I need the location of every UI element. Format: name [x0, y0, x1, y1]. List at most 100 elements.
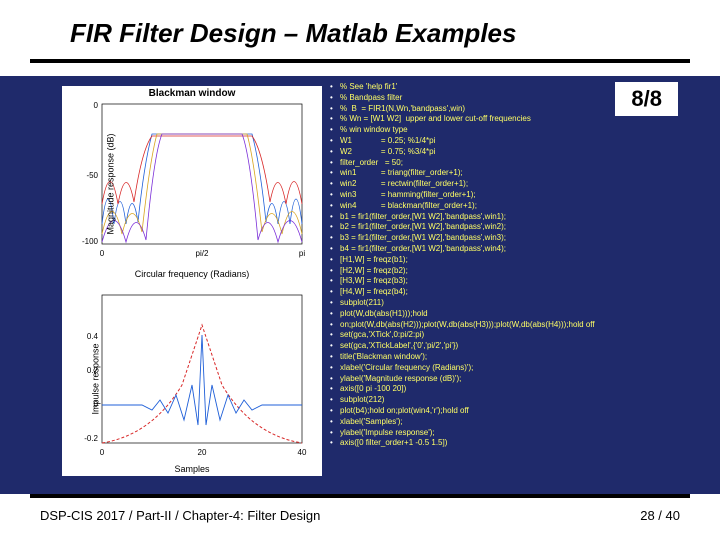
bullet-icon: •	[330, 104, 340, 115]
code-text: b3 = fir1(filter_order,[W1 W2],'bandpass…	[340, 233, 506, 244]
bullet-icon: •	[330, 320, 340, 331]
code-text: win2 = rectwin(filter_order+1);	[340, 179, 468, 190]
code-text: win1 = triang(filter_order+1);	[340, 168, 463, 179]
impulse-plot: Impulse response 0.4 0.2 0 -0.2 0	[62, 281, 322, 476]
title-divider	[30, 59, 690, 63]
bullet-icon: •	[330, 222, 340, 233]
bullet-icon: •	[330, 330, 340, 341]
code-line: •% win window type	[330, 125, 696, 136]
code-line: •filter_order = 50;	[330, 158, 696, 169]
slide-title: FIR Filter Design – Matlab Examples	[70, 18, 680, 49]
code-line: •title('Blackman window');	[330, 352, 696, 363]
bullet-icon: •	[330, 136, 340, 147]
code-text: plot(W,db(abs(H1)));hold	[340, 309, 428, 320]
bullet-icon: •	[330, 244, 340, 255]
code-text: axis([0 pi -100 20])	[340, 384, 406, 395]
svg-text:0.4: 0.4	[87, 332, 99, 341]
code-line: •set(gca,'XTick',0:pi/2:pi)	[330, 330, 696, 341]
bullet-icon: •	[330, 374, 340, 385]
code-line: •axis([0 filter_order+1 -0.5 1.5])	[330, 438, 696, 449]
code-text: subplot(212)	[340, 395, 384, 406]
svg-text:-50: -50	[86, 171, 98, 180]
code-line: •win3 = hamming(filter_order+1);	[330, 190, 696, 201]
code-line: •ylabel('Magnitude response (dB)');	[330, 374, 696, 385]
bullet-icon: •	[330, 417, 340, 428]
code-text: b4 = fir1(filter_order,[W1 W2],'bandpass…	[340, 244, 506, 255]
plot1-xlabel: Circular frequency (Radians)	[62, 269, 322, 279]
code-text: on;plot(W,db(abs(H2)));plot(W,db(abs(H3)…	[340, 320, 595, 331]
code-line: •on;plot(W,db(abs(H2)));plot(W,db(abs(H3…	[330, 320, 696, 331]
svg-text:-100: -100	[82, 237, 99, 246]
magnitude-plot: Blackman window Magnitude response (dB) …	[62, 86, 322, 281]
code-line: •ylabel('Impulse response');	[330, 428, 696, 439]
code-line: •b3 = fir1(filter_order,[W1 W2],'bandpas…	[330, 233, 696, 244]
code-text: set(gca,'XTickLabel',{'0','pi/2','pi'})	[340, 341, 458, 352]
bullet-icon: •	[330, 158, 340, 169]
slide: FIR Filter Design – Matlab Examples Blac…	[0, 0, 720, 540]
bullet-icon: •	[330, 309, 340, 320]
code-text: [H4,W] = freqz(b4);	[340, 287, 408, 298]
code-text: filter_order = 50;	[340, 158, 403, 169]
code-text: ylabel('Magnitude response (dB)');	[340, 374, 461, 385]
code-text: subplot(211)	[340, 298, 384, 309]
footer-left: DSP-CIS 2017 / Part-II / Chapter-4: Filt…	[40, 508, 320, 523]
code-block: •% See 'help fir1'•% Bandpass filter•% B…	[330, 82, 696, 484]
code-text: axis([0 filter_order+1 -0.5 1.5])	[340, 438, 447, 449]
plot1-xtick-2: pi	[299, 249, 305, 258]
code-line: •[H4,W] = freqz(b4);	[330, 287, 696, 298]
code-line: •subplot(211)	[330, 298, 696, 309]
code-text: ylabel('Impulse response');	[340, 428, 435, 439]
code-text: b2 = fir1(filter_order,[W1 W2],'bandpass…	[340, 222, 506, 233]
code-line: •xlabel('Circular frequency (Radians)');	[330, 363, 696, 374]
bullet-icon: •	[330, 287, 340, 298]
code-text: % win window type	[340, 125, 408, 136]
plot2-xtick-1: 20	[198, 448, 207, 457]
code-line: •set(gca,'XTickLabel',{'0','pi/2','pi'})	[330, 341, 696, 352]
plot-panel: Blackman window Magnitude response (dB) …	[62, 86, 322, 476]
code-text: xlabel('Circular frequency (Radians)');	[340, 363, 473, 374]
svg-text:-0.2: -0.2	[84, 434, 98, 443]
plot1-svg: 0 -50 -100 0 pi/2 pi	[62, 86, 322, 281]
bullet-icon: •	[330, 341, 340, 352]
code-text: set(gca,'XTick',0:pi/2:pi)	[340, 330, 424, 341]
code-text: win3 = hamming(filter_order+1);	[340, 190, 476, 201]
code-line: •win1 = triang(filter_order+1);	[330, 168, 696, 179]
bullet-icon: •	[330, 298, 340, 309]
plot1-ylabel: Magnitude response (dB)	[106, 133, 116, 234]
code-text: W2 = 0.75; %3/4*pi	[340, 147, 435, 158]
code-text: xlabel('Samples');	[340, 417, 403, 428]
code-line: •[H3,W] = freqz(b3);	[330, 276, 696, 287]
code-text: W1 = 0.25; %1/4*pi	[340, 136, 435, 147]
bullet-icon: •	[330, 233, 340, 244]
bullet-icon: •	[330, 363, 340, 374]
code-text: % Bandpass filter	[340, 93, 402, 104]
code-line: •W1 = 0.25; %1/4*pi	[330, 136, 696, 147]
bullet-icon: •	[330, 438, 340, 449]
bullet-icon: •	[330, 352, 340, 363]
svg-text:0: 0	[94, 101, 99, 110]
code-line: •win4 = blackman(filter_order+1);	[330, 201, 696, 212]
bullet-icon: •	[330, 212, 340, 223]
plot2-xtick-2: 40	[298, 448, 307, 457]
plot2-svg: 0.4 0.2 0 -0.2 0 20 40	[62, 281, 322, 476]
code-text: [H1,W] = freqz(b1);	[340, 255, 408, 266]
title-bar: FIR Filter Design – Matlab Examples	[0, 0, 720, 55]
code-text: b1 = fir1(filter_order,[W1 W2],'bandpass…	[340, 212, 506, 223]
code-line: •[H1,W] = freqz(b1);	[330, 255, 696, 266]
bullet-icon: •	[330, 266, 340, 277]
bullet-icon: •	[330, 395, 340, 406]
code-line: •xlabel('Samples');	[330, 417, 696, 428]
code-text: % Wn = [W1 W2] upper and lower cut-off f…	[340, 114, 531, 125]
bullet-icon: •	[330, 276, 340, 287]
bullet-icon: •	[330, 114, 340, 125]
page-badge: 8/8	[615, 82, 678, 116]
bullet-icon: •	[330, 406, 340, 417]
code-line: •b2 = fir1(filter_order,[W1 W2],'bandpas…	[330, 222, 696, 233]
footer: DSP-CIS 2017 / Part-II / Chapter-4: Filt…	[0, 494, 720, 540]
plot1-title: Blackman window	[62, 88, 322, 99]
bullet-icon: •	[330, 125, 340, 136]
code-line: •plot(b4);hold on;plot(win4,'r');hold of…	[330, 406, 696, 417]
plot2-ylabel: Impulse response	[91, 343, 101, 414]
code-text: % See 'help fir1'	[340, 82, 397, 93]
code-text: title('Blackman window');	[340, 352, 427, 363]
